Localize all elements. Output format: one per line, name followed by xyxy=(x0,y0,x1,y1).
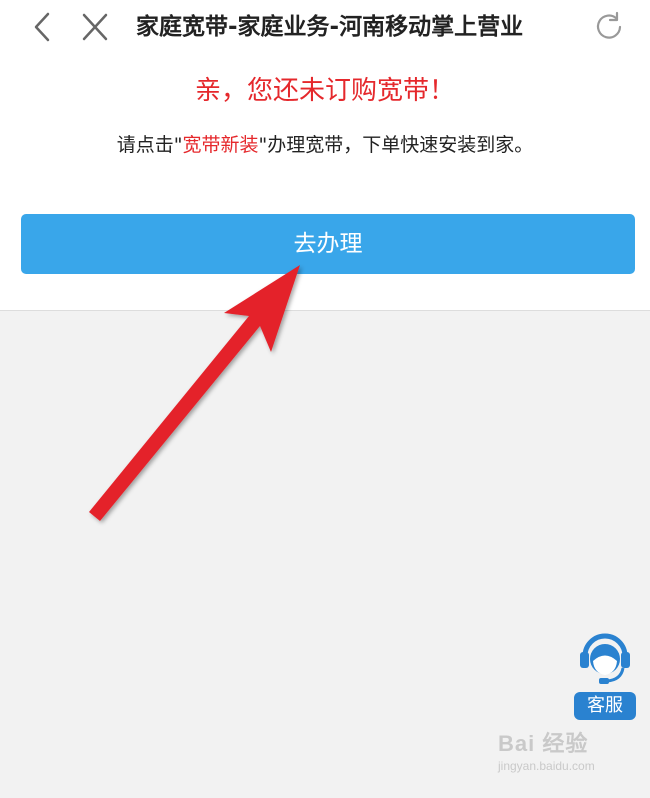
watermark-main: Bai 经验 xyxy=(498,731,589,756)
broadband-new-install-link[interactable]: 宽带新装 xyxy=(182,134,258,156)
instruction-text: 请点击"宽带新装"办理宽带，下单快速安装到家。 xyxy=(0,132,650,158)
instruction-prefix: 请点击" xyxy=(116,134,183,156)
close-icon xyxy=(82,13,108,41)
go-handle-button[interactable]: 去办理 xyxy=(21,214,635,274)
chevron-left-icon xyxy=(34,12,50,42)
close-button[interactable] xyxy=(76,8,114,46)
refresh-icon xyxy=(596,11,622,39)
customer-service-button[interactable]: 客服 xyxy=(574,628,636,720)
customer-service-label: 客服 xyxy=(574,692,636,720)
refresh-button[interactable] xyxy=(590,8,628,46)
customer-service-icon xyxy=(580,633,630,684)
broadband-status-panel: 亲，您还未订购宽带！ 请点击"宽带新装"办理宽带，下单快速安装到家。 去办理 xyxy=(0,54,650,311)
instruction-suffix: "办理宽带，下单快速安装到家。 xyxy=(258,134,534,156)
not-subscribed-notice: 亲，您还未订购宽带！ xyxy=(194,76,455,106)
baidu-jingyan-watermark: Bai 经验 jingyan.baidu.com xyxy=(498,730,628,782)
watermark-sub: jingyan.baidu.com xyxy=(498,759,595,773)
back-button[interactable] xyxy=(24,8,62,46)
navigation-bar: 家庭宽带-家庭业务-河南移动掌上营业 xyxy=(0,0,650,54)
page-title: 家庭宽带-家庭业务-河南移动掌上营业 xyxy=(136,14,524,40)
